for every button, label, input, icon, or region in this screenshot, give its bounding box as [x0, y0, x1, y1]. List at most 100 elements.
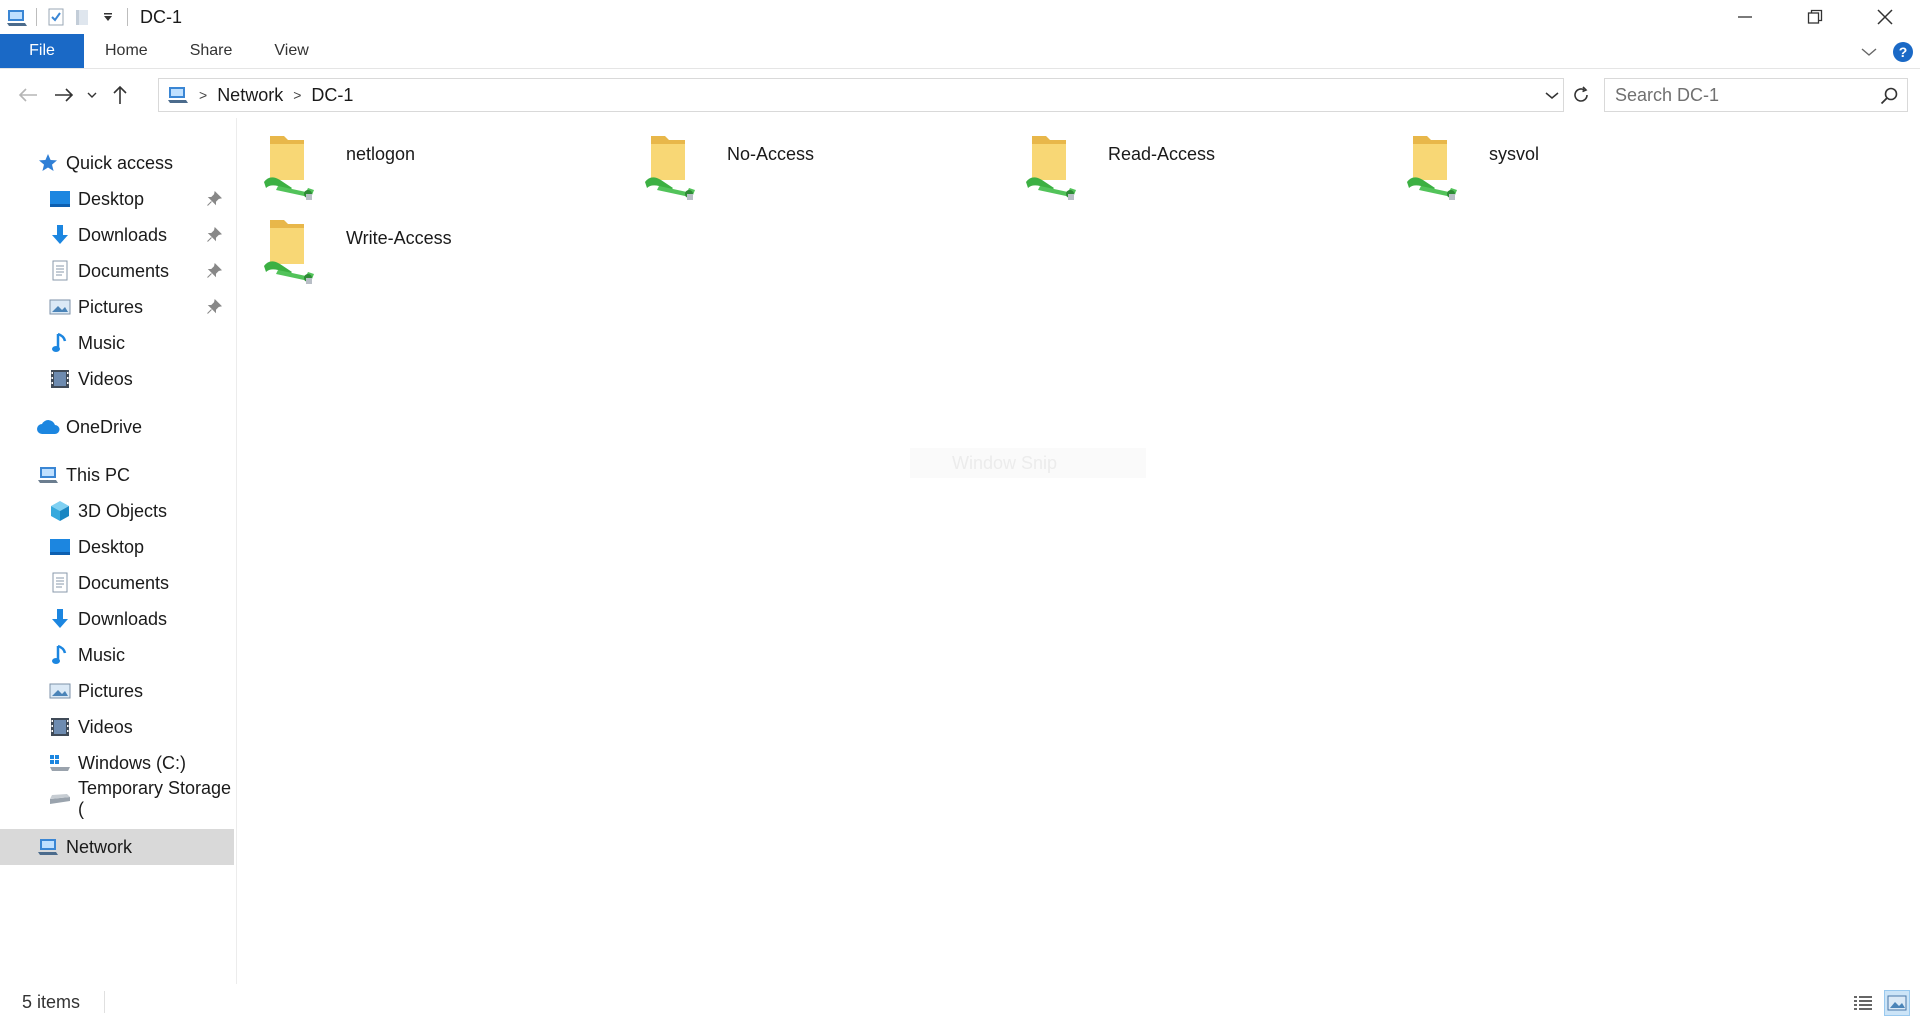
sidebar-item-label: Desktop: [78, 536, 145, 557]
desktop-icon: [48, 535, 72, 559]
help-button[interactable]: ?: [1886, 35, 1920, 69]
sidebar-item-label: Pictures: [78, 296, 144, 317]
breadcrumb-dc-1[interactable]: DC-1: [311, 85, 353, 106]
arrow-up-icon: [113, 85, 127, 104]
breadcrumb-network[interactable]: Network: [217, 85, 283, 106]
sidebar-item-desktop[interactable]: Desktop: [0, 529, 236, 565]
sidebar-item-label: OneDrive: [66, 416, 143, 437]
recent-locations-button[interactable]: [82, 77, 102, 113]
sidebar-item-label: Music: [78, 332, 126, 353]
folder-item-netlogon[interactable]: netlogon: [262, 120, 632, 204]
breadcrumb-chevron-icon[interactable]: >: [293, 87, 301, 103]
folder-item-write-access[interactable]: Write-Access: [262, 204, 632, 288]
sidebar-item-windows-c[interactable]: Windows (C:): [0, 745, 236, 781]
folder-item-read-access[interactable]: Read-Access: [1024, 120, 1394, 204]
sidebar-item-pictures-quick[interactable]: Pictures: [0, 289, 236, 325]
sidebar-item-music-quick[interactable]: Music: [0, 325, 236, 361]
pane-divider[interactable]: [236, 118, 237, 984]
chevron-down-icon: [1861, 47, 1877, 56]
drive-icon: [48, 787, 72, 811]
restore-button[interactable]: [1780, 0, 1850, 34]
navigation-bar: > Network > DC-1: [0, 76, 1920, 114]
large-icons-view-button[interactable]: [1884, 990, 1910, 1016]
toolbar-separator: [36, 8, 37, 26]
shared-folder-icon: [645, 136, 695, 200]
forward-button[interactable]: [46, 77, 82, 113]
cloud-icon: [36, 415, 60, 439]
sidebar-item-pictures[interactable]: Pictures: [0, 673, 236, 709]
folder-item-sysvol[interactable]: sysvol: [1405, 120, 1775, 204]
sidebar-item-network[interactable]: Network: [0, 829, 234, 865]
customize-toolbar-chevron-icon[interactable]: [95, 4, 121, 30]
refresh-button[interactable]: [1566, 78, 1596, 112]
videos-icon: [48, 367, 72, 391]
pin-icon[interactable]: [206, 263, 222, 279]
sidebar-item-videos[interactable]: Videos: [0, 709, 236, 745]
window-snip-overlay: Window Snip: [910, 448, 1146, 478]
folder-name: sysvol: [1489, 144, 1540, 164]
search-box[interactable]: [1604, 78, 1908, 112]
sidebar-item-label: Documents: [78, 572, 170, 593]
quick-access-toolbar: [0, 0, 134, 34]
properties-icon[interactable]: [43, 4, 69, 30]
videos-icon: [48, 715, 72, 739]
network-app-icon[interactable]: [4, 4, 30, 30]
document-icon: [48, 571, 72, 595]
sidebar-item-this-pc[interactable]: This PC: [0, 457, 236, 493]
address-dropdown-button[interactable]: [1541, 79, 1563, 111]
folder-name: No-Access: [727, 144, 815, 164]
new-folder-icon[interactable]: [69, 4, 95, 30]
sidebar-item-label: Downloads: [78, 608, 168, 629]
sidebar-item-3d-objects[interactable]: 3D Objects: [0, 493, 236, 529]
close-button[interactable]: [1850, 0, 1920, 34]
navigation-pane: Quick access Desktop Downloads Documents…: [0, 145, 236, 985]
shared-folder-icon: [1407, 136, 1457, 200]
sidebar-item-label: Music: [78, 644, 126, 665]
restore-icon: [1807, 9, 1823, 24]
sidebar-item-onedrive[interactable]: OneDrive: [0, 409, 236, 445]
address-bar[interactable]: > Network > DC-1: [158, 78, 1564, 112]
sidebar-item-videos-quick[interactable]: Videos: [0, 361, 236, 397]
help-icon: ?: [1893, 41, 1913, 62]
drive-icon: [48, 751, 72, 775]
sidebar-item-temporary-storage[interactable]: Temporary Storage (: [0, 778, 236, 819]
pin-icon[interactable]: [206, 227, 222, 243]
expand-ribbon-button[interactable]: [1852, 35, 1886, 69]
details-view-button[interactable]: [1850, 990, 1876, 1016]
search-input[interactable]: [1605, 84, 1865, 106]
tab-share[interactable]: Share: [169, 34, 254, 68]
svg-text:?: ?: [1899, 44, 1908, 60]
tab-home[interactable]: Home: [84, 34, 169, 68]
sidebar-item-downloads-quick[interactable]: Downloads: [0, 217, 236, 253]
breadcrumb-chevron-icon[interactable]: >: [199, 87, 207, 103]
tab-file[interactable]: File: [0, 34, 84, 68]
minimize-button[interactable]: [1710, 0, 1780, 34]
shared-folder-icon: [264, 136, 314, 200]
view-switcher: [1850, 990, 1910, 1016]
download-icon: [48, 223, 72, 247]
up-button[interactable]: [102, 77, 138, 113]
document-icon: [48, 259, 72, 283]
tab-view[interactable]: View: [253, 34, 329, 68]
sidebar-item-music[interactable]: Music: [0, 637, 236, 673]
item-count: 5 items: [22, 991, 81, 1012]
file-list: netlogon No-Access Read-Access sysvol Wr…: [262, 120, 1902, 980]
sidebar-item-label: 3D Objects: [78, 500, 168, 521]
sidebar-item-label: Videos: [78, 368, 133, 389]
pin-icon[interactable]: [206, 191, 222, 207]
sidebar-item-label: Desktop: [78, 188, 145, 209]
status-separator: [104, 991, 106, 1013]
pictures-icon: [48, 679, 72, 703]
computer-icon: [36, 463, 60, 487]
chevron-down-icon: [87, 92, 97, 98]
pin-icon[interactable]: [206, 299, 222, 315]
sidebar-item-documents[interactable]: Documents: [0, 565, 236, 601]
folder-name: Write-Access: [346, 228, 452, 248]
sidebar-item-downloads[interactable]: Downloads: [0, 601, 236, 637]
sidebar-item-label: Temporary Storage (: [78, 778, 232, 819]
sidebar-item-documents-quick[interactable]: Documents: [0, 253, 236, 289]
sidebar-item-desktop-quick[interactable]: Desktop: [0, 181, 236, 217]
sidebar-item-quick-access[interactable]: Quick access: [0, 145, 236, 181]
back-button[interactable]: [10, 77, 46, 113]
folder-item-no-access[interactable]: No-Access: [643, 120, 1013, 204]
